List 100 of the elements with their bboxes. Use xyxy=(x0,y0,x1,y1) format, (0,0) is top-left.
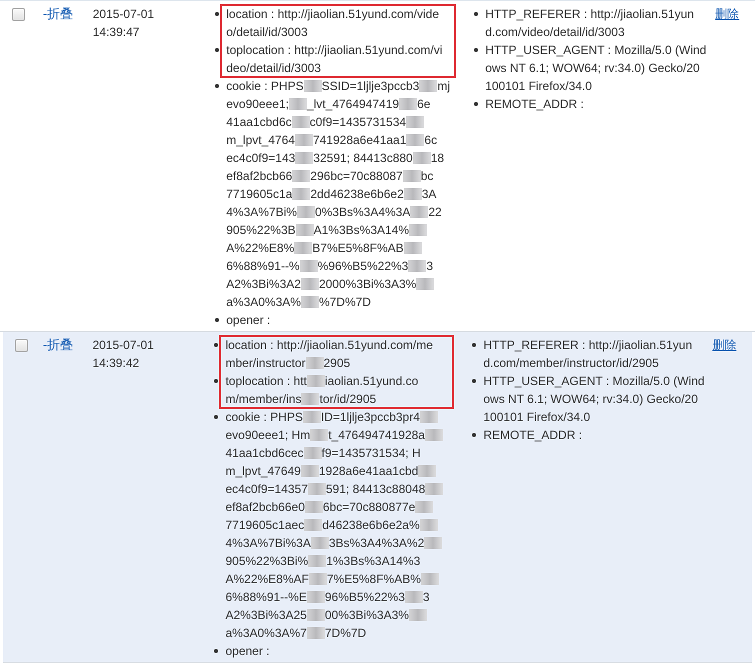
log-text: 7719605c1a xyxy=(226,186,292,203)
log-text: ows NT 6.1; WOW64; rv:34.0) Gecko/20 xyxy=(483,391,698,408)
log-text: tor/id/2905 xyxy=(319,391,376,408)
log-text: 1%3Bs%3A14%3 xyxy=(326,553,420,570)
log-text: a%3A0%3A%7 xyxy=(225,625,307,642)
redaction-blur xyxy=(300,296,319,308)
redaction-blur xyxy=(308,483,326,495)
log-text: 100101 Firefox/34.0 xyxy=(483,409,590,426)
log-text: 7719605c1aec xyxy=(225,517,304,534)
log-text: SSID=1ljlje3pccb3 xyxy=(322,78,420,95)
redaction-blur xyxy=(296,206,315,218)
bullet-icon xyxy=(215,318,220,322)
log-text: f9=1435731534; H xyxy=(322,445,421,462)
bullet-icon xyxy=(215,84,220,88)
log-text: ef8af2bcb66e0 xyxy=(225,499,305,516)
collapse-link[interactable]: -折叠 xyxy=(42,336,74,354)
log-text: 7%E5%8F%AB% xyxy=(326,571,421,588)
log-text: evo90eee1; Hm xyxy=(225,427,310,444)
log-text: 741928a6e41aa1 xyxy=(312,132,406,149)
log-text: 32591; 84413c880 xyxy=(313,150,413,167)
redaction-blur xyxy=(402,170,421,182)
log-text: 18 xyxy=(430,150,444,167)
log-text: 41aa1cbd6c xyxy=(226,114,292,131)
log-text: 4%3A%7Bi% xyxy=(226,204,297,221)
log-text: 6bc=70c880877e xyxy=(322,499,416,516)
log-text: 2905 xyxy=(324,355,350,372)
bullet-icon xyxy=(472,343,476,347)
log-text: ows NT 6.1; WOW64; rv:34.0) Gecko/20 xyxy=(485,60,700,77)
delete-link[interactable]: 删除 xyxy=(715,5,740,23)
redaction-blur xyxy=(409,224,428,236)
log-text: 591; 84413c88048 xyxy=(326,481,426,498)
log-text: iaolian.51yund.co xyxy=(324,373,418,390)
redaction-blur xyxy=(294,134,313,146)
log-text: HTTP_USER_AGENT : Mozilla/5.0 (Wind xyxy=(485,42,706,59)
redaction-blur xyxy=(294,242,312,254)
redaction-blur xyxy=(408,260,426,272)
log-text: opener : xyxy=(226,312,270,329)
redaction-blur xyxy=(306,627,325,639)
log-text: 22 xyxy=(428,204,442,221)
redaction-blur xyxy=(308,573,327,585)
redaction-blur xyxy=(310,429,328,441)
redaction-blur xyxy=(304,80,322,92)
log-text: 3Bs%3A4%3A%2 xyxy=(328,535,424,552)
bullet-icon xyxy=(472,379,476,383)
redaction-blur xyxy=(292,116,310,128)
log-text: d.com/video/detail/id/3003 xyxy=(485,24,625,41)
log-text: o/detail/id/3003 xyxy=(226,24,308,41)
redaction-blur xyxy=(295,152,314,164)
log-text: 6c xyxy=(424,132,438,149)
redaction-blur xyxy=(404,591,423,603)
log-text: %7D%7D xyxy=(318,294,371,311)
redaction-blur xyxy=(416,278,434,290)
log-text: A%22%E8%AF xyxy=(225,571,309,588)
redaction-blur xyxy=(300,465,319,477)
collapse-link[interactable]: -折叠 xyxy=(42,5,74,23)
log-text: cookie : PHPS xyxy=(225,409,303,426)
log-text: 1928a6e41aa1cbd xyxy=(318,463,418,480)
log-text: m_lpvt_4764 xyxy=(226,132,295,149)
log-text: A1%3Bs%3A14% xyxy=(314,222,410,239)
bullet-icon xyxy=(214,649,218,653)
log-text: 00%3Bi%3A3% xyxy=(324,607,409,624)
checkbox[interactable] xyxy=(12,8,25,21)
redaction-blur xyxy=(300,278,319,290)
log-text: 905%22%3B xyxy=(226,222,296,239)
redaction-blur xyxy=(424,429,443,441)
log-text: opener : xyxy=(225,643,270,660)
bullet-icon xyxy=(472,433,476,437)
log-text: mber/instructor xyxy=(225,355,306,372)
redaction-blur xyxy=(404,188,422,200)
log-text: toplocation : htt xyxy=(225,373,307,390)
log-text: 6e xyxy=(417,96,430,113)
bullet-icon xyxy=(214,379,218,383)
log-text: t_476494741928a xyxy=(328,427,425,444)
bullet-icon xyxy=(214,415,218,419)
log-text: ID=1ljlje3pccb3pr4 xyxy=(320,409,420,426)
redaction-blur xyxy=(406,116,424,128)
redaction-blur xyxy=(304,447,322,459)
log-text: d46238e6b6e2a% xyxy=(322,517,420,534)
redaction-blur xyxy=(288,98,307,110)
checkbox[interactable] xyxy=(15,339,28,352)
log-text: c0f9=1435731534 xyxy=(310,114,406,131)
log-text: 296bc=70c88087 xyxy=(310,168,403,185)
redaction-blur xyxy=(304,501,323,513)
bullet-icon xyxy=(474,102,478,106)
redaction-blur xyxy=(415,501,434,513)
bullet-icon xyxy=(215,12,220,16)
log-text: ec4c0f9=14357 xyxy=(225,481,308,498)
log-text: 0%3Bs%3A4%3A xyxy=(314,204,410,221)
log-text: cookie : PHPS xyxy=(226,78,304,95)
log-text: a%3A0%3A% xyxy=(226,294,301,311)
bullet-icon xyxy=(214,343,218,347)
bullet-icon xyxy=(474,12,478,16)
delete-link[interactable]: 删除 xyxy=(712,336,736,354)
log-text: REMOTE_ADDR : xyxy=(483,427,582,444)
log-text: d.com/member/instructor/id/2905 xyxy=(483,355,659,372)
redaction-blur xyxy=(306,591,325,603)
redaction-blur xyxy=(410,206,428,218)
log-text: A%22%E8% xyxy=(226,240,294,257)
log-text: A2%3Bi%3A25 xyxy=(225,607,307,624)
redaction-blur xyxy=(425,483,444,495)
